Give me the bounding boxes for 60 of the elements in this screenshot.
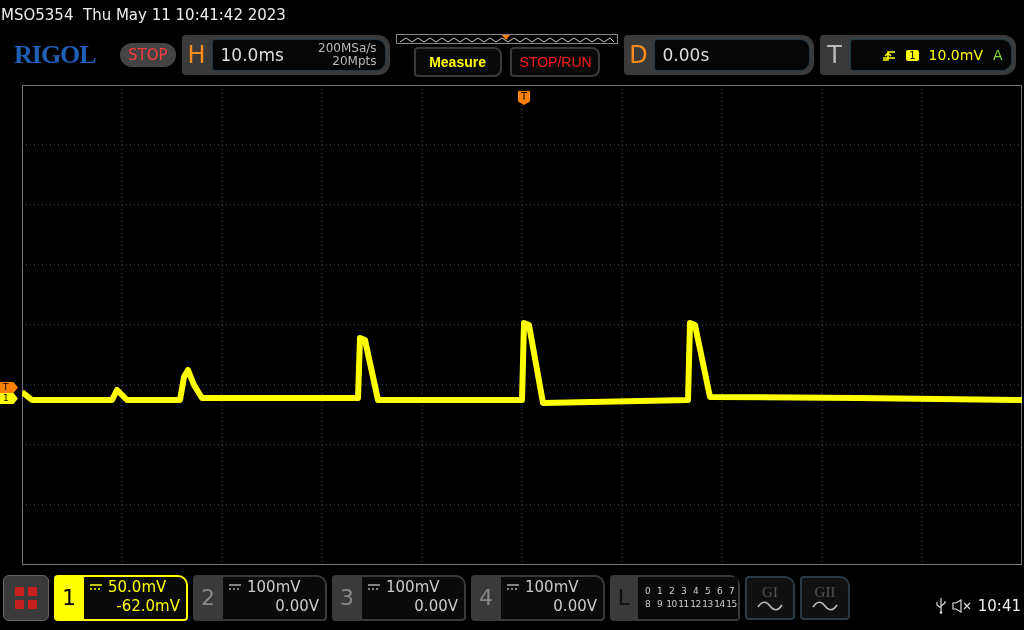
status-line: MSO5354 Thu May 11 10:41:42 2023 — [0, 5, 287, 26]
muted-speaker-icon — [951, 598, 972, 613]
grid-icon — [15, 586, 37, 609]
logic-bit-label: 1 — [655, 586, 664, 596]
channel-offset: 0.00V — [275, 596, 319, 616]
channel-number: 3 — [339, 584, 355, 612]
channel-number: 4 — [478, 584, 494, 612]
logic-bit-label: 12 — [690, 599, 701, 609]
trigger-position-marker[interactable]: T — [518, 91, 530, 105]
menu-button[interactable] — [3, 574, 49, 621]
measure-button[interactable]: Measure — [413, 46, 502, 77]
logic-bit-label: 4 — [691, 586, 700, 596]
channel-tab[interactable]: 3 100mV 0.00V — [332, 574, 466, 621]
channel-scale: 100mV — [386, 577, 440, 597]
channel-tab[interactable]: 1 50.0mV -62.0mV — [54, 574, 188, 621]
sine-wave-icon — [812, 601, 838, 611]
trigger-level: 10.0mV — [928, 47, 983, 63]
channel-offset: 0.00V — [553, 596, 597, 616]
channel-tab[interactable]: 4 100mV 0.00V — [471, 574, 605, 621]
logic-bit-label: 14 — [714, 599, 725, 609]
channel-scale: 100mV — [247, 577, 301, 597]
generator-label: GI — [762, 584, 778, 601]
horizontal-panel[interactable]: H 10.0ms 200MSa/s 20Mpts — [181, 35, 390, 75]
logic-bit-label: 6 — [715, 586, 724, 596]
logic-bit-label: 10 — [666, 599, 677, 609]
marker-tag[interactable]: T — [0, 382, 18, 393]
sine-wave-icon — [757, 601, 783, 611]
trigger-mode: A — [992, 47, 1003, 63]
dc-coupling-icon — [229, 584, 241, 590]
logic-bit-label: 0 — [643, 586, 652, 596]
usb-icon — [935, 597, 946, 614]
clock: 10:41 — [977, 596, 1021, 615]
brand-logo: RIGOL — [14, 40, 97, 70]
generator-label: GII — [814, 584, 836, 601]
stop-run-button[interactable]: STOP/RUN — [509, 46, 600, 77]
channel-offset: 0.00V — [414, 596, 458, 616]
rising-edge-icon — [882, 48, 897, 62]
delay-panel[interactable]: D 0.00s — [623, 35, 814, 75]
channel-number: 1 — [61, 584, 77, 612]
channel-scale: 100mV — [525, 577, 579, 597]
dc-coupling-icon — [368, 584, 380, 590]
trigger-source-badge: 1 — [906, 49, 919, 61]
dc-coupling-icon — [507, 584, 519, 590]
trigger-panel[interactable]: T 1 10.0mV A — [819, 35, 1016, 75]
marker-tag[interactable]: 1 — [0, 393, 18, 404]
channel-offset: -62.0mV — [116, 596, 180, 616]
logic-bit-label: 9 — [655, 599, 664, 609]
logic-bit-label: 8 — [643, 599, 652, 609]
logic-bit-label: 3 — [679, 586, 688, 596]
dc-coupling-icon — [90, 584, 102, 590]
logic-bit-label: 2 — [667, 586, 676, 596]
logic-bit-label: 11 — [678, 599, 689, 609]
logic-bit-label: 5 — [703, 586, 712, 596]
logic-bit-label: 7 — [727, 586, 736, 596]
run-state-badge: STOP — [120, 43, 176, 67]
logic-bit-label: 13 — [702, 599, 713, 609]
logic-bit-label: 15 — [726, 599, 737, 609]
channel-tab[interactable]: 2 100mV 0.00V — [193, 574, 327, 621]
channel-scale: 50.0mV — [108, 577, 167, 597]
channel-number: 2 — [200, 584, 216, 612]
